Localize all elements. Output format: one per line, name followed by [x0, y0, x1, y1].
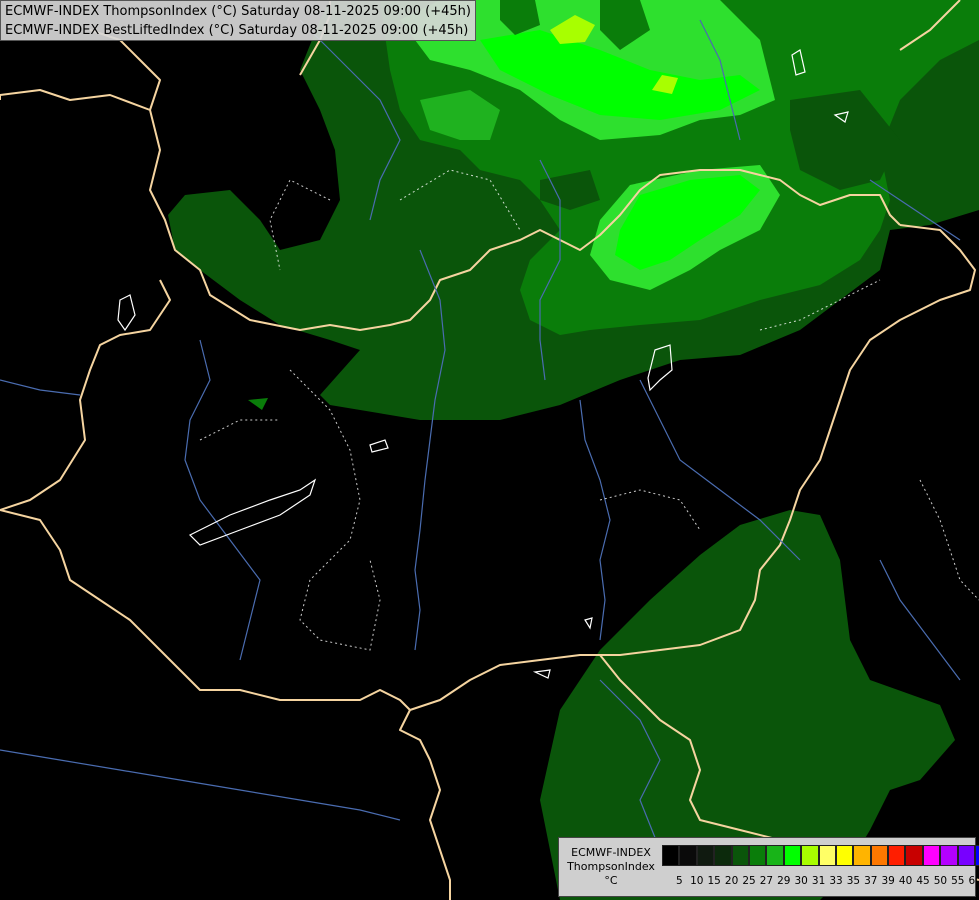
legend-swatch-5	[748, 845, 767, 866]
legend-tick-25: 25	[742, 875, 756, 887]
legend-swatch-9	[818, 845, 836, 866]
legend-tick-40: 40	[898, 875, 913, 887]
legend-tick-5: 5	[676, 875, 683, 887]
legend-tick-29: 29	[777, 875, 791, 887]
legend-tick-37: 37	[864, 875, 878, 887]
map-title-panel: ECMWF-INDEX ThompsonIndex (°C) Saturday …	[0, 0, 476, 41]
legend-ticks: 5 10 15 20 25 27 29 30 31 33 35 37 39 40 45 50 55 60	[662, 875, 979, 889]
legend-title-model: ECMWF-INDEX	[571, 846, 651, 859]
legend-swatches	[662, 845, 979, 866]
legend-swatch-3	[714, 845, 732, 866]
title-thompson-index: ECMWF-INDEX ThompsonIndex (°C) Saturday …	[5, 4, 471, 19]
legend-swatch-14	[905, 845, 923, 866]
legend-title-variable: ThompsonIndex	[567, 860, 655, 873]
legend-tick-27: 27	[759, 875, 774, 887]
legend-tick-55: 55	[951, 875, 965, 887]
legend-tick-15: 15	[707, 875, 721, 887]
legend-swatch-18	[975, 845, 979, 866]
legend-swatch-6	[766, 845, 784, 866]
forecast-map	[0, 0, 979, 900]
legend-tick-50: 50	[933, 875, 948, 887]
legend-swatch-0	[662, 845, 680, 866]
legend-swatch-2	[696, 845, 715, 866]
legend-swatch-4	[731, 845, 749, 866]
legend-swatch-17	[957, 845, 976, 866]
legend-tick-10: 10	[690, 875, 704, 887]
legend-tick-39: 39	[881, 875, 895, 887]
legend-swatch-16	[940, 845, 958, 866]
legend-tick-35: 35	[846, 875, 861, 887]
legend-swatch-12	[870, 845, 889, 866]
legend-tick-20: 20	[724, 875, 739, 887]
legend-tick-31: 31	[811, 875, 826, 887]
legend-swatch-10	[835, 845, 854, 866]
legend-swatch-15	[922, 845, 941, 866]
legend-tick-30: 30	[794, 875, 808, 887]
legend-swatch-8	[801, 845, 819, 866]
legend-title: ECMWF-INDEX ThompsonIndex °C	[561, 838, 661, 888]
legend-swatch-13	[888, 845, 906, 866]
legend-tick-60: 60	[968, 875, 979, 887]
legend-tick-45: 45	[916, 875, 930, 887]
color-legend: ECMWF-INDEX ThompsonIndex °C 5 10 15 20 25 27…	[558, 837, 979, 897]
legend-swatch-7	[783, 845, 802, 866]
legend-swatch-11	[853, 845, 871, 866]
legend-tick-33: 33	[829, 875, 843, 887]
title-best-lifted-index: ECMWF-INDEX BestLiftedIndex (°C) Saturda…	[5, 23, 469, 38]
legend-swatch-1	[679, 845, 697, 866]
legend-title-unit: °C	[604, 874, 618, 887]
